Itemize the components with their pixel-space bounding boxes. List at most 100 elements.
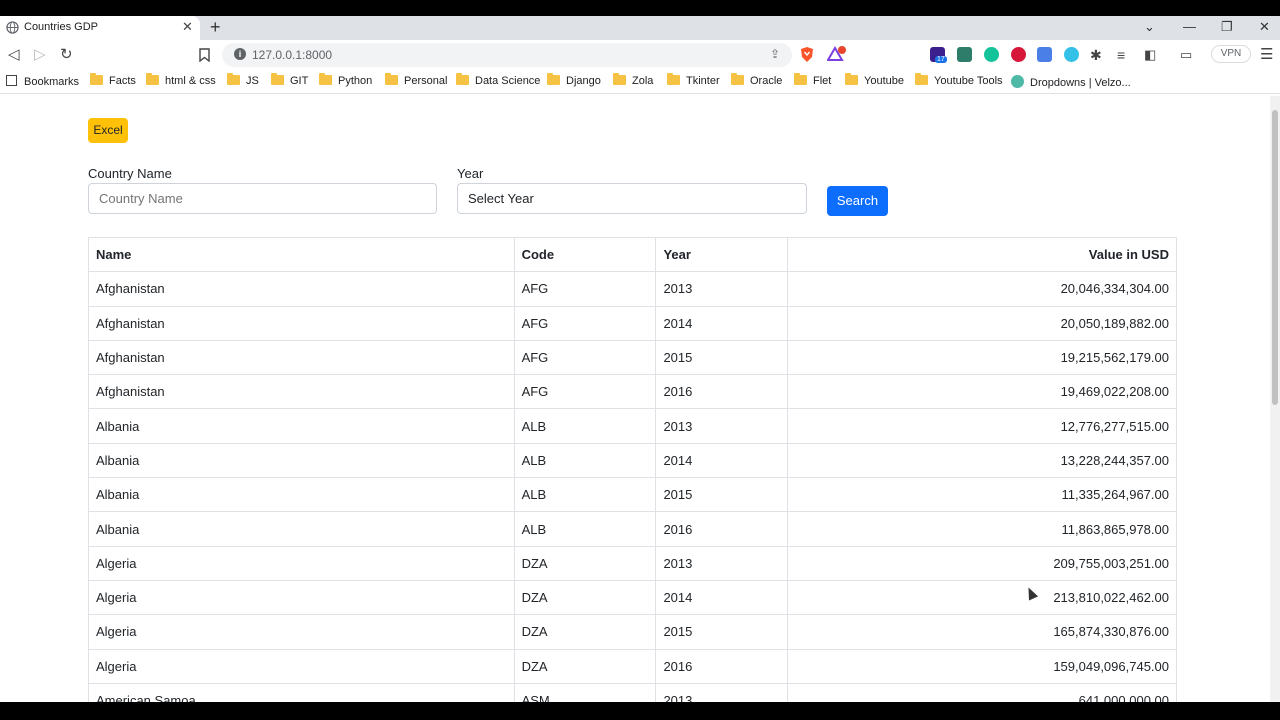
country-name-input[interactable] bbox=[88, 183, 437, 214]
cell-name: Algeria bbox=[88, 580, 515, 616]
site-info-icon[interactable]: i bbox=[234, 48, 246, 60]
bookmarks-bar: Bookmarks Facts html & css JS GIT Python… bbox=[0, 70, 1280, 94]
close-window-icon[interactable]: ✕ bbox=[1259, 19, 1270, 35]
screen-border-bottom bbox=[0, 702, 1280, 720]
bookmark-label: Youtube bbox=[864, 75, 904, 87]
cell-code: DZA bbox=[513, 580, 656, 616]
share-icon[interactable]: ⇪ bbox=[770, 47, 780, 61]
vpn-button[interactable]: VPN bbox=[1211, 45, 1251, 63]
bookmark-youtube-tools[interactable]: Youtube Tools bbox=[915, 73, 1003, 87]
table-row: Albania ALB 2015 11,335,264,967.00 bbox=[88, 477, 1177, 513]
tab-search-chevron-icon[interactable]: ⌄ bbox=[1144, 19, 1155, 35]
vpn-label: VPN bbox=[1220, 48, 1242, 59]
table-row: Albania ALB 2013 12,776,277,515.00 bbox=[88, 408, 1177, 444]
cell-year: 2016 bbox=[655, 374, 788, 410]
bookmark-django[interactable]: Django bbox=[547, 73, 601, 87]
menu-icon[interactable]: ☰ bbox=[1260, 46, 1273, 64]
close-tab-icon[interactable]: ✕ bbox=[182, 19, 193, 35]
bookmark-git[interactable]: GIT bbox=[271, 73, 308, 87]
bookmark-label: Data Science bbox=[475, 75, 541, 87]
cell-name: American Samoa bbox=[88, 683, 515, 702]
bookmark-label: Dropdowns | Velzo... bbox=[1030, 77, 1131, 89]
tab-title: Countries GDP bbox=[24, 21, 98, 33]
gdp-table: Name Code Year Value in USD Afghanistan A… bbox=[88, 236, 1177, 702]
cell-name: Afghanistan bbox=[88, 271, 515, 307]
bookmark-label: Django bbox=[566, 75, 601, 87]
table-header-row: Name Code Year Value in USD bbox=[88, 236, 1177, 273]
bookmark-icon[interactable] bbox=[199, 48, 210, 62]
maximize-icon[interactable]: ❐ bbox=[1221, 19, 1233, 35]
bookmark-label: Youtube Tools bbox=[934, 75, 1003, 87]
cell-name: Algeria bbox=[88, 649, 515, 684]
bookmark-python[interactable]: Python bbox=[319, 73, 373, 87]
brave-rewards-icon[interactable] bbox=[827, 46, 847, 62]
extensions-icon[interactable]: ✱ bbox=[1090, 46, 1102, 64]
cell-code: AFG bbox=[513, 306, 656, 341]
table-row: Algeria DZA 2014 213,810,022,462.00 bbox=[88, 580, 1177, 616]
folder-icon bbox=[915, 73, 928, 85]
cell-code: ALB bbox=[513, 477, 656, 513]
cell-value: 209,755,003,251.00 bbox=[787, 546, 1177, 581]
cell-value: 159,049,096,745.00 bbox=[787, 649, 1177, 684]
bookmark-label: Bookmarks bbox=[24, 76, 80, 88]
bookmark-tkinter[interactable]: Tkinter bbox=[667, 73, 720, 87]
search-button[interactable]: Search bbox=[827, 186, 888, 216]
bookmark-flet[interactable]: Flet bbox=[794, 73, 831, 87]
bookmark-label: JS bbox=[246, 75, 259, 87]
record-icon[interactable] bbox=[1011, 47, 1026, 62]
cell-year: 2016 bbox=[655, 649, 788, 684]
year-label: Year bbox=[457, 166, 484, 181]
bookmark-data-science[interactable]: Data Science bbox=[456, 73, 541, 87]
country-name-label: Country Name bbox=[88, 166, 172, 181]
folder-icon bbox=[319, 73, 332, 85]
cell-value: 20,050,189,882.00 bbox=[787, 306, 1177, 341]
puzzle-helper-icon[interactable] bbox=[957, 47, 972, 62]
cell-value: 11,863,865,978.00 bbox=[787, 511, 1177, 547]
reload-icon[interactable]: ↻ bbox=[60, 46, 73, 64]
bookmarks-list-icon bbox=[6, 75, 17, 86]
cell-code: ASM bbox=[513, 683, 656, 702]
table-row: Albania ALB 2014 13,228,244,357.00 bbox=[88, 443, 1177, 479]
bookmark-personal[interactable]: Personal bbox=[385, 73, 447, 87]
bookmark-dropdowns[interactable]: Dropdowns | Velzo... bbox=[1011, 75, 1131, 89]
tab-countries-gdp[interactable]: Countries GDP ✕ bbox=[0, 16, 200, 40]
year-select[interactable]: Select Year bbox=[457, 183, 807, 214]
scrollbar-thumb[interactable] bbox=[1272, 110, 1278, 405]
grammarly-icon[interactable] bbox=[984, 47, 999, 62]
bookmark-zola[interactable]: Zola bbox=[613, 73, 654, 87]
bookmark-oracle[interactable]: Oracle bbox=[731, 73, 782, 87]
wallet-icon[interactable]: ▭ bbox=[1180, 46, 1192, 64]
reading-list-icon[interactable]: ≡ bbox=[1117, 46, 1125, 64]
bookmark-label: Zola bbox=[632, 75, 654, 87]
forward-icon[interactable]: ▷ bbox=[34, 46, 46, 64]
bookmark-label: html & css bbox=[165, 75, 216, 87]
back-icon[interactable]: ◁ bbox=[8, 46, 20, 64]
folder-icon bbox=[547, 73, 560, 85]
column-header-year: Year bbox=[655, 236, 788, 273]
folder-icon bbox=[731, 73, 744, 85]
bookmarks-manager[interactable]: Bookmarks bbox=[6, 75, 79, 88]
translate-icon[interactable] bbox=[1037, 47, 1052, 62]
brave-shield-icon[interactable] bbox=[800, 46, 814, 63]
cell-code: DZA bbox=[513, 649, 656, 684]
excel-export-button[interactable]: Excel bbox=[88, 118, 128, 143]
url-text: 127.0.0.1:8000 bbox=[252, 48, 333, 62]
minimize-icon[interactable]: — bbox=[1183, 19, 1196, 34]
bookmark-youtube[interactable]: Youtube bbox=[845, 73, 904, 87]
column-header-name: Name bbox=[88, 236, 515, 273]
bookmark-label: Tkinter bbox=[686, 75, 720, 87]
address-bar[interactable]: i 127.0.0.1:8000 ⇪ bbox=[222, 43, 792, 67]
cell-code: DZA bbox=[513, 546, 656, 581]
cell-year: 2014 bbox=[655, 306, 788, 341]
cell-value: 19,469,022,208.00 bbox=[787, 374, 1177, 410]
bookmark-label: Python bbox=[338, 75, 373, 87]
bookmark-js[interactable]: JS bbox=[227, 73, 259, 87]
bookmark-facts[interactable]: Facts bbox=[90, 73, 136, 87]
new-tab-icon[interactable]: + bbox=[210, 17, 221, 37]
circle-extension-icon[interactable] bbox=[1064, 47, 1079, 62]
sidebar-icon[interactable]: ◧ bbox=[1144, 46, 1156, 64]
cell-code: AFG bbox=[513, 340, 656, 376]
bookmark-html-css[interactable]: html & css bbox=[146, 73, 216, 87]
cell-name: Algeria bbox=[88, 546, 515, 581]
table-row: Afghanistan AFG 2015 19,215,562,179.00 bbox=[88, 340, 1177, 376]
